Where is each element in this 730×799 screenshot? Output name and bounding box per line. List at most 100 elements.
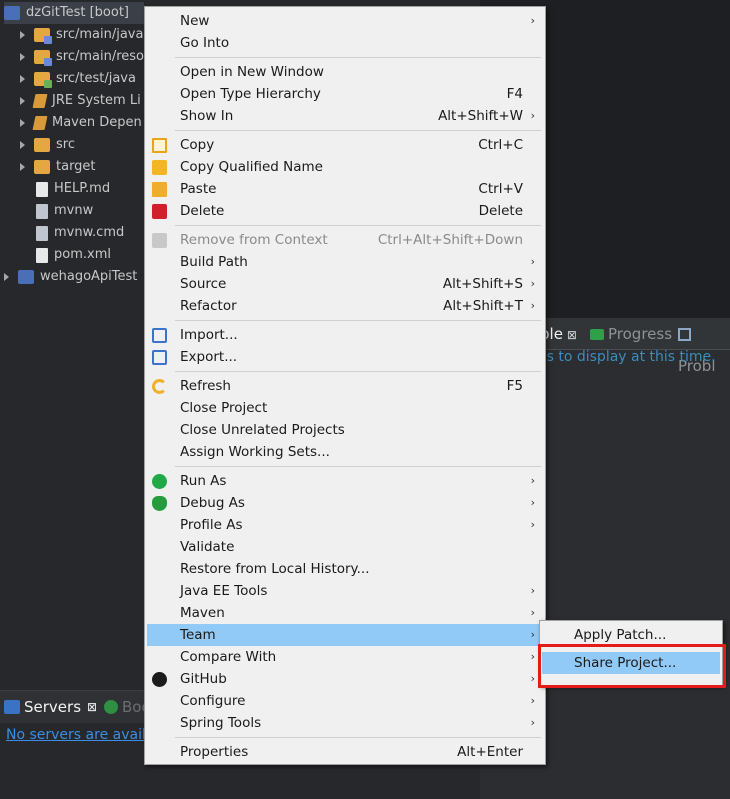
expand-arrow-icon[interactable] bbox=[20, 119, 26, 127]
submenu-arrow-icon: › bbox=[530, 496, 535, 509]
menu-item-show-in[interactable]: Show In Alt+Shift+W › bbox=[147, 105, 543, 127]
menu-item-shortcut: F5 bbox=[506, 378, 523, 394]
menu-item-delete[interactable]: Delete Delete bbox=[147, 200, 543, 222]
expand-arrow-icon[interactable] bbox=[20, 141, 26, 149]
menu-separator bbox=[175, 320, 541, 321]
expand-arrow-icon[interactable] bbox=[20, 163, 26, 171]
tree-item-jre-system-library[interactable]: JRE System Li bbox=[20, 90, 141, 112]
menu-item-configure[interactable]: Configure › bbox=[147, 690, 543, 712]
library-icon bbox=[32, 116, 48, 130]
menu-item-label: Show In bbox=[180, 108, 234, 124]
menu-item-label: Maven bbox=[180, 605, 225, 621]
menu-item-source[interactable]: Source Alt+Shift+S › bbox=[147, 273, 543, 295]
folder-icon bbox=[34, 138, 50, 152]
menu-item-copy-qualified-name[interactable]: Copy Qualified Name bbox=[147, 156, 543, 178]
submenu-arrow-icon: › bbox=[530, 255, 535, 268]
menu-item-java-ee-tools[interactable]: Java EE Tools › bbox=[147, 580, 543, 602]
expand-arrow-icon[interactable] bbox=[20, 75, 26, 83]
tree-item-maven-dependencies[interactable]: Maven Depen bbox=[20, 112, 142, 134]
menu-item-label: Compare With bbox=[180, 649, 277, 665]
submenu-arrow-icon: › bbox=[530, 628, 535, 641]
file-icon bbox=[36, 181, 48, 197]
menu-item-import[interactable]: Import... bbox=[147, 324, 543, 346]
menu-item-maven[interactable]: Maven › bbox=[147, 602, 543, 624]
menu-item-shortcut: Alt+Shift+S bbox=[442, 276, 523, 292]
menu-item-validate[interactable]: Validate bbox=[147, 536, 543, 558]
close-tab-icon[interactable]: ⊠ bbox=[87, 691, 97, 723]
menu-item-paste[interactable]: Paste Ctrl+V bbox=[147, 178, 543, 200]
menu-item-close-project[interactable]: Close Project bbox=[147, 397, 543, 419]
submenu-arrow-icon: › bbox=[530, 672, 535, 685]
file-icon bbox=[36, 203, 48, 219]
boot-dashboard-icon bbox=[104, 700, 118, 714]
menu-item-debug-as[interactable]: Debug As › bbox=[147, 492, 543, 514]
import-icon bbox=[152, 328, 167, 343]
tree-item-pom-xml[interactable]: pom.xml bbox=[36, 244, 111, 266]
tree-item-dzgittest[interactable]: dzGitTest [boot] bbox=[4, 2, 144, 24]
debug-icon bbox=[152, 496, 167, 511]
menu-item-shortcut: Ctrl+V bbox=[478, 181, 523, 197]
tree-item-target[interactable]: target bbox=[20, 156, 96, 178]
menu-item-properties[interactable]: Properties Alt+Enter bbox=[147, 741, 543, 763]
no-servers-link[interactable]: No servers are availab bbox=[6, 727, 163, 743]
menu-item-label: Remove from Context bbox=[180, 232, 328, 248]
tab-servers[interactable]: Servers ⊠ bbox=[4, 691, 97, 723]
menu-item-label: Profile As bbox=[180, 517, 243, 533]
tree-item-label: JRE System Li bbox=[52, 93, 141, 108]
menu-item-github[interactable]: GitHub › bbox=[147, 668, 543, 690]
menu-item-label: Assign Working Sets... bbox=[180, 444, 330, 460]
menu-item-label: Import... bbox=[180, 327, 238, 343]
tree-item-mvnw[interactable]: mvnw bbox=[36, 200, 93, 222]
expand-arrow-icon[interactable] bbox=[20, 31, 26, 39]
menu-item-new[interactable]: New › bbox=[147, 10, 543, 32]
view-empty-message: es to display at this time. bbox=[538, 349, 716, 365]
menu-item-open-in-new-window[interactable]: Open in New Window bbox=[147, 61, 543, 83]
menu-item-profile-as[interactable]: Profile As › bbox=[147, 514, 543, 536]
expand-arrow-icon[interactable] bbox=[20, 97, 26, 105]
menu-item-close-unrelated-projects[interactable]: Close Unrelated Projects bbox=[147, 419, 543, 441]
progress-icon bbox=[590, 329, 604, 340]
menu-item-assign-working-sets[interactable]: Assign Working Sets... bbox=[147, 441, 543, 463]
tree-item-label: src bbox=[56, 137, 75, 152]
tree-item-src-main-java[interactable]: src/main/java bbox=[20, 24, 143, 46]
menu-item-open-type-hierarchy[interactable]: Open Type Hierarchy F4 bbox=[147, 83, 543, 105]
menu-separator bbox=[175, 466, 541, 467]
menu-item-compare-with[interactable]: Compare With › bbox=[147, 646, 543, 668]
menu-item-spring-tools[interactable]: Spring Tools › bbox=[147, 712, 543, 734]
tree-item-label: src/main/reso bbox=[56, 49, 145, 64]
tree-item-help-md[interactable]: HELP.md bbox=[36, 178, 110, 200]
menu-item-label: Paste bbox=[180, 181, 217, 197]
submenu-arrow-icon: › bbox=[530, 606, 535, 619]
menu-item-label: Close Project bbox=[180, 400, 268, 416]
menu-item-run-as[interactable]: Run As › bbox=[147, 470, 543, 492]
menu-item-apply-patch[interactable]: Apply Patch... bbox=[542, 624, 720, 646]
tree-item-mvnw-cmd[interactable]: mvnw.cmd bbox=[36, 222, 124, 244]
tree-item-src[interactable]: src bbox=[20, 134, 75, 156]
refresh-icon bbox=[152, 379, 167, 394]
menu-item-go-into[interactable]: Go Into bbox=[147, 32, 543, 54]
menu-item-build-path[interactable]: Build Path › bbox=[147, 251, 543, 273]
menu-separator bbox=[175, 225, 541, 226]
tree-item-src-main-resources[interactable]: src/main/reso bbox=[20, 46, 144, 68]
tree-item-label: target bbox=[56, 159, 96, 174]
expand-arrow-icon[interactable] bbox=[4, 273, 10, 281]
submenu-arrow-icon: › bbox=[530, 109, 535, 122]
annotation-highlight-box bbox=[538, 644, 726, 688]
menu-item-copy[interactable]: Copy Ctrl+C bbox=[147, 134, 543, 156]
menu-item-label: Open Type Hierarchy bbox=[180, 86, 321, 102]
library-icon bbox=[32, 94, 48, 108]
expand-arrow-icon[interactable] bbox=[20, 53, 26, 61]
menu-item-refresh[interactable]: Refresh F5 bbox=[147, 375, 543, 397]
menu-item-label: Configure bbox=[180, 693, 246, 709]
tree-item-label: mvnw.cmd bbox=[54, 225, 125, 240]
menu-item-team[interactable]: Team › bbox=[147, 624, 543, 646]
tree-item-wehagoapitest[interactable]: wehagoApiTest bbox=[4, 266, 137, 288]
menu-item-remove-from-context: Remove from Context Ctrl+Alt+Shift+Down bbox=[147, 229, 543, 251]
menu-item-refactor[interactable]: Refactor Alt+Shift+T › bbox=[147, 295, 543, 317]
tree-item-src-test-java[interactable]: src/test/java bbox=[20, 68, 136, 90]
menu-item-restore-from-local-history[interactable]: Restore from Local History... bbox=[147, 558, 543, 580]
close-tab-icon[interactable]: ⊠ bbox=[567, 328, 577, 342]
menu-separator bbox=[175, 57, 541, 58]
menu-item-label: Debug As bbox=[180, 495, 245, 511]
menu-item-export[interactable]: Export... bbox=[147, 346, 543, 368]
